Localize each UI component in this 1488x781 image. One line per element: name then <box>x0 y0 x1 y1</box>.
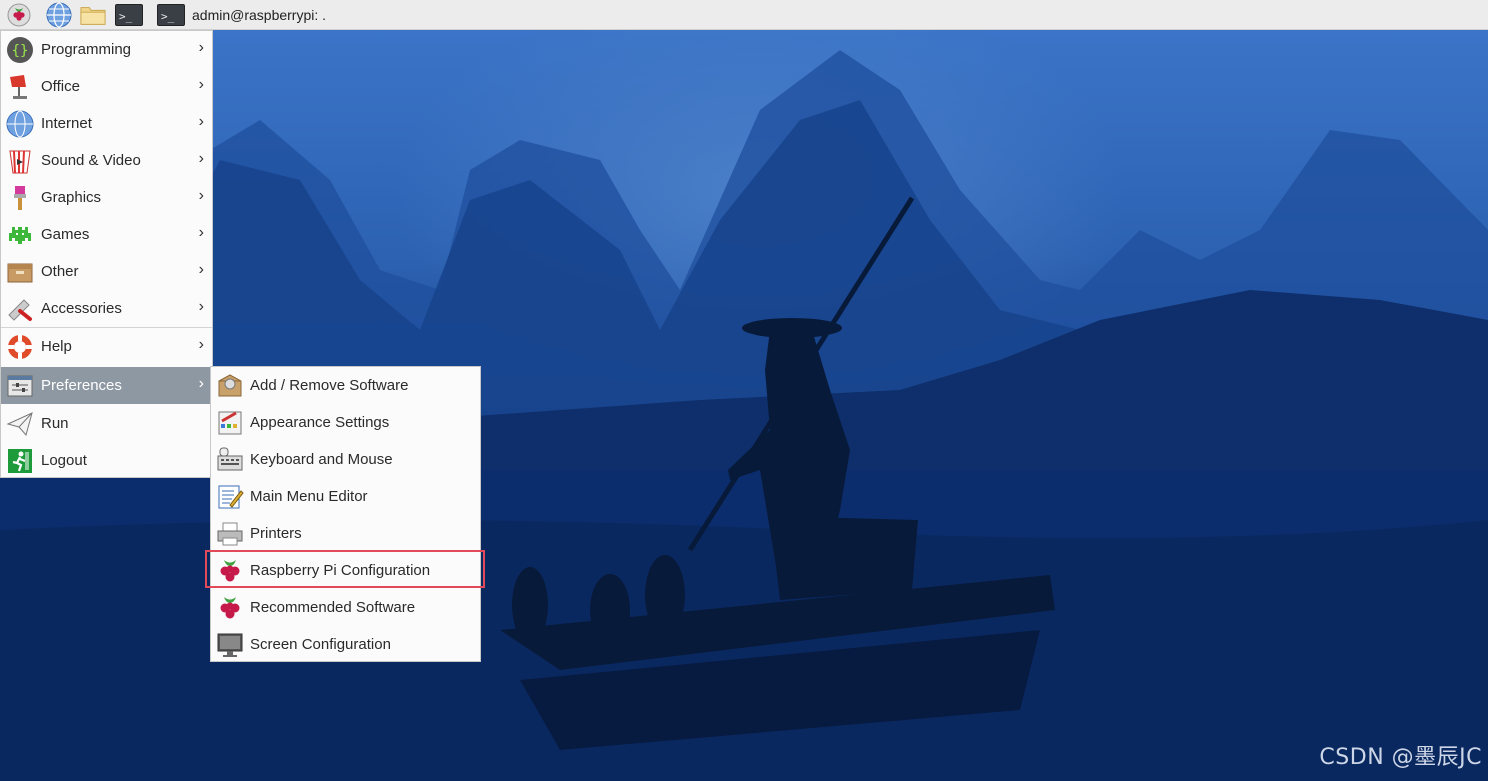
submenu-item-label: Recommended Software <box>250 599 416 616</box>
menu-item-label: Help <box>41 338 72 355</box>
chevron-right-icon: › <box>198 39 204 56</box>
submenu-item-label: Screen Configuration <box>250 636 391 653</box>
programming-icon: {} <box>5 35 35 65</box>
menu-item-logout[interactable]: Logout <box>1 442 212 479</box>
browser-globe-icon[interactable] <box>46 1 72 28</box>
menu-item-other[interactable]: Other › <box>1 253 212 290</box>
preferences-icon <box>5 371 35 401</box>
watermark-text: CSDN @墨辰JC <box>1319 745 1482 770</box>
appearance-icon <box>215 408 245 438</box>
file-manager-folder-icon[interactable] <box>80 2 106 28</box>
submenu-item-appearance-settings[interactable]: Appearance Settings <box>211 404 480 441</box>
chevron-right-icon: › <box>198 150 204 167</box>
menu-item-preferences[interactable]: Preferences › <box>1 367 212 404</box>
menu-item-label: Preferences <box>41 377 122 394</box>
submenu-item-add-remove-software[interactable]: Add / Remove Software <box>211 367 480 404</box>
submenu-item-recommended-software[interactable]: Recommended Software <box>211 589 480 626</box>
menu-item-label: Office <box>41 78 80 95</box>
chevron-right-icon: › <box>198 375 204 392</box>
graphics-brush-icon <box>5 183 35 213</box>
raspberry-icon <box>215 593 245 623</box>
menu-item-label: Accessories <box>41 300 122 317</box>
sound-video-icon <box>5 146 35 176</box>
menu-item-label: Sound & Video <box>41 152 141 169</box>
chevron-right-icon: › <box>198 336 204 353</box>
accessories-knife-icon <box>5 294 35 324</box>
menu-item-internet[interactable]: Internet › <box>1 105 212 142</box>
run-paper-plane-icon <box>5 409 35 439</box>
terminal-glyph: >_ <box>115 3 143 26</box>
menu-item-games[interactable]: Games › <box>1 216 212 253</box>
submenu-item-label: Raspberry Pi Configuration <box>250 562 431 579</box>
chevron-right-icon: › <box>198 76 204 93</box>
menu-item-run[interactable]: Run <box>1 405 212 442</box>
menu-editor-icon <box>215 482 245 512</box>
chevron-right-icon: › <box>198 113 204 130</box>
submenu-item-main-menu-editor[interactable]: Main Menu Editor <box>211 478 480 515</box>
menu-item-label: Other <box>41 263 79 280</box>
terminal-glyph: >_ <box>157 3 185 26</box>
logout-exit-icon <box>5 446 35 476</box>
menu-item-programming[interactable]: {} Programming › <box>1 31 212 68</box>
submenu-item-keyboard-mouse[interactable]: Keyboard and Mouse <box>211 441 480 478</box>
menu-item-accessories[interactable]: Accessories › <box>1 290 212 327</box>
office-icon <box>5 72 35 102</box>
chevron-right-icon: › <box>198 224 204 241</box>
printer-icon <box>215 519 245 549</box>
menu-item-label: Run <box>41 415 69 432</box>
svg-text:{}: {} <box>12 43 29 59</box>
other-box-icon <box>5 257 35 287</box>
main-menu: {} Programming › Office › Internet › Sou… <box>0 30 213 478</box>
monitor-icon <box>215 630 245 660</box>
package-icon <box>215 371 245 401</box>
active-window-title[interactable]: admin@raspberrypi: . <box>192 7 326 23</box>
terminal-window-icon[interactable]: >_ <box>156 2 186 28</box>
menu-item-help[interactable]: Help › <box>1 328 212 365</box>
submenu-item-label: Keyboard and Mouse <box>250 451 393 468</box>
submenu-item-label: Appearance Settings <box>250 414 390 431</box>
submenu-item-screen-configuration[interactable]: Screen Configuration <box>211 626 480 663</box>
menu-item-label: Graphics <box>41 189 102 206</box>
top-panel: >_ >_ admin@raspberrypi: . <box>0 0 1488 30</box>
menu-item-label: Games <box>41 226 90 243</box>
chevron-right-icon: › <box>198 187 204 204</box>
menu-item-label: Programming <box>41 41 132 58</box>
chevron-right-icon: › <box>198 298 204 315</box>
submenu-item-label: Add / Remove Software <box>250 377 409 394</box>
menu-item-office[interactable]: Office › <box>1 68 212 105</box>
submenu-item-label: Printers <box>250 525 302 542</box>
submenu-item-label: Main Menu Editor <box>250 488 368 505</box>
submenu-item-raspberry-pi-configuration[interactable]: Raspberry Pi Configuration <box>211 552 480 589</box>
menu-item-sound-video[interactable]: Sound & Video › <box>1 142 212 179</box>
keyboard-mouse-icon <box>215 445 245 475</box>
raspberry-icon <box>215 556 245 586</box>
menu-item-label: Internet <box>41 115 92 132</box>
raspberry-menu-icon[interactable] <box>6 2 32 28</box>
internet-globe-icon <box>5 109 35 139</box>
menu-item-graphics[interactable]: Graphics › <box>1 179 212 216</box>
games-invader-icon <box>5 220 35 250</box>
preferences-submenu: Add / Remove Software Appearance Setting… <box>210 366 481 662</box>
help-lifebuoy-icon <box>5 332 35 362</box>
submenu-item-printers[interactable]: Printers <box>211 515 480 552</box>
menu-item-label: Logout <box>41 452 87 469</box>
chevron-right-icon: › <box>198 261 204 278</box>
terminal-icon[interactable]: >_ <box>114 2 144 28</box>
